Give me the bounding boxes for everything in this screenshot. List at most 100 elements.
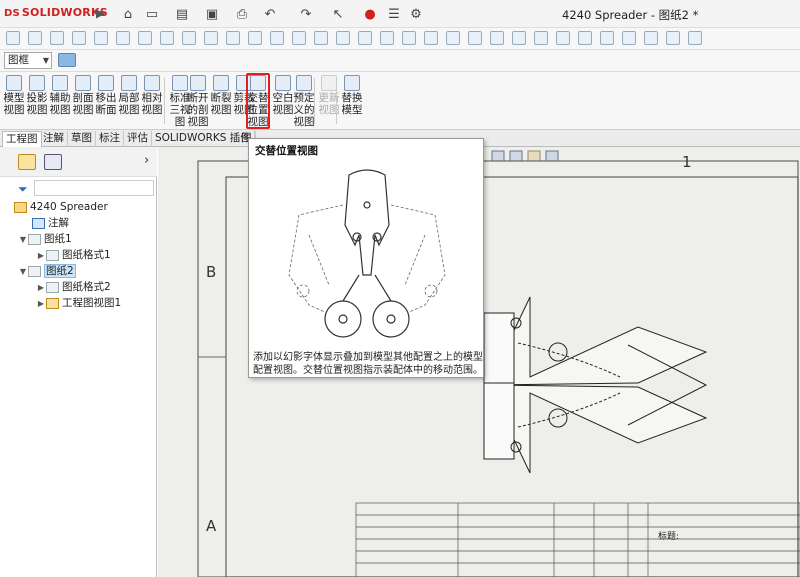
- selection-filter-tool-icon[interactable]: [138, 31, 152, 45]
- selection-filter-tool-icon[interactable]: [512, 31, 526, 45]
- menu-expand-icon[interactable]: ▶: [96, 6, 105, 20]
- command-tab-0[interactable]: 工程图: [2, 131, 42, 147]
- selection-filter-tool-icon[interactable]: [28, 31, 42, 45]
- tree-item-root[interactable]: 4240 Spreader: [14, 199, 108, 215]
- ribbon-separator: [314, 78, 315, 124]
- file-properties-icon[interactable]: ☰: [384, 4, 404, 24]
- ribbon-button-5[interactable]: 局部 视图: [118, 74, 140, 116]
- ribbon-button-13[interactable]: 预定 义的 视图: [293, 74, 315, 128]
- tree-filter-input[interactable]: [34, 180, 154, 196]
- spreader-model-view: [483, 296, 708, 474]
- selection-filter-tool-icon[interactable]: [446, 31, 460, 45]
- selection-filter-tool-icon[interactable]: [72, 31, 86, 45]
- selection-filter-tool-icon[interactable]: [116, 31, 130, 45]
- annotation-icon: [32, 217, 45, 229]
- tree-item-sheet1-format[interactable]: ▶ 图纸格式1: [36, 247, 111, 263]
- sheet-format-icon: [46, 281, 59, 293]
- selection-filter-tool-icon[interactable]: [534, 31, 548, 45]
- command-tab-2[interactable]: 草图: [68, 131, 96, 147]
- expand-icon[interactable]: ▶: [36, 248, 46, 264]
- selection-filter-tool-icon[interactable]: [600, 31, 614, 45]
- home-icon[interactable]: ⌂: [118, 4, 138, 24]
- ribbon-button-0[interactable]: 模型 视图: [3, 74, 25, 116]
- selection-filter-tool-icon[interactable]: [688, 31, 702, 45]
- selection-filter-toolbar: [0, 28, 800, 50]
- traffic-light-icon[interactable]: ●: [360, 4, 380, 24]
- drawing-view-icon: [46, 297, 59, 309]
- ribbon-button-8[interactable]: 断开 的剖 视图: [187, 74, 209, 128]
- expand-icon[interactable]: ▶: [36, 296, 46, 312]
- ribbon-button-icon: [296, 75, 312, 91]
- layer-properties-icon[interactable]: [58, 53, 76, 67]
- tree-item-sheet2-format[interactable]: ▶ 图纸格式2: [36, 279, 111, 295]
- ribbon-button-icon: [213, 75, 229, 91]
- selection-filter-tool-icon[interactable]: [6, 31, 20, 45]
- ribbon-button-9[interactable]: 断裂 视图: [210, 74, 232, 116]
- drawing-ribbon: 模型 视图 投影 视图 辅助 视图 剖面 视图 移出 断面 局部 视图 相对 视图 标准 三视…: [0, 72, 800, 130]
- selection-filter-tool-icon[interactable]: [358, 31, 372, 45]
- command-tab-1[interactable]: 注解: [40, 131, 68, 147]
- layer-combo-value: 图框: [8, 54, 29, 66]
- collapse-icon[interactable]: ▼: [18, 232, 28, 248]
- redo-icon[interactable]: ↷: [296, 4, 316, 24]
- ribbon-button-label: 空白 视图: [272, 92, 294, 116]
- save-icon[interactable]: ▣: [202, 4, 222, 24]
- selection-filter-tool-icon[interactable]: [578, 31, 592, 45]
- tree-item-sheet1[interactable]: ▼ 图纸1: [18, 231, 72, 247]
- ribbon-button-4[interactable]: 移出 断面: [95, 74, 117, 116]
- collapse-icon[interactable]: ▼: [18, 264, 28, 280]
- solidworks-logo[interactable]: DS SOLIDWORKS: [4, 6, 108, 19]
- selection-filter-tool-icon[interactable]: [182, 31, 196, 45]
- selection-filter-tool-icon[interactable]: [556, 31, 570, 45]
- layer-combo[interactable]: 图框 ▼: [4, 52, 52, 69]
- alternate-position-tooltip: 交替位置视图 添加以幻影字体显示叠加到模型其他配置之上的模型配置视图。交替位置视…: [248, 138, 484, 378]
- view-toolbar-icons[interactable]: [491, 150, 559, 162]
- tree-item-notes[interactable]: 注解: [32, 215, 69, 231]
- expand-icon[interactable]: ▶: [36, 280, 46, 296]
- tree-item-sheet2[interactable]: ▼ 图纸2: [18, 263, 76, 279]
- ribbon-button-6[interactable]: 相对 视图: [141, 74, 163, 116]
- ribbon-button-15[interactable]: 替换 模型: [341, 74, 363, 116]
- funnel-icon[interactable]: ⏷: [18, 182, 28, 197]
- options-gear-icon[interactable]: ⚙: [406, 4, 426, 24]
- new-document-icon[interactable]: ▭: [142, 4, 162, 24]
- ribbon-button-icon: [52, 75, 68, 91]
- open-folder-icon[interactable]: ▤: [172, 4, 192, 24]
- title-block: [355, 502, 800, 577]
- selection-filter-tool-icon[interactable]: [380, 31, 394, 45]
- chevron-right-icon[interactable]: ›: [144, 153, 149, 168]
- selection-filter-tool-icon[interactable]: [468, 31, 482, 45]
- select-arrow-icon[interactable]: ↖: [328, 4, 348, 24]
- undo-icon[interactable]: ↶: [260, 4, 280, 24]
- selection-filter-tool-icon[interactable]: [424, 31, 438, 45]
- property-manager-tab-icon[interactable]: [44, 154, 62, 170]
- selection-filter-tool-icon[interactable]: [314, 31, 328, 45]
- command-tab-4[interactable]: 评估: [124, 131, 152, 147]
- selection-filter-tool-icon[interactable]: [490, 31, 504, 45]
- ribbon-button-3[interactable]: 剖面 视图: [72, 74, 94, 116]
- selection-filter-tool-icon[interactable]: [248, 31, 262, 45]
- selection-filter-tool-icon[interactable]: [666, 31, 680, 45]
- selection-filter-tool-icon[interactable]: [50, 31, 64, 45]
- drawing-icon: [14, 201, 27, 213]
- selection-filter-tool-icon[interactable]: [94, 31, 108, 45]
- selection-filter-tool-icon[interactable]: [160, 31, 174, 45]
- selection-filter-tool-icon[interactable]: [204, 31, 218, 45]
- selection-filter-tool-icon[interactable]: [402, 31, 416, 45]
- print-icon[interactable]: ⎙: [232, 4, 252, 24]
- feature-tree-tab-icon[interactable]: [18, 154, 36, 170]
- command-tab-3[interactable]: 标注: [96, 131, 124, 147]
- ribbon-button-1[interactable]: 投影 视图: [26, 74, 48, 116]
- ribbon-button-12[interactable]: 空白 视图: [272, 74, 294, 116]
- ribbon-button-icon: [75, 75, 91, 91]
- ribbon-button-label: 相对 视图: [141, 92, 163, 116]
- selection-filter-tool-icon[interactable]: [622, 31, 636, 45]
- selection-filter-tool-icon[interactable]: [226, 31, 240, 45]
- selection-filter-tool-icon[interactable]: [292, 31, 306, 45]
- selection-filter-tool-icon[interactable]: [270, 31, 284, 45]
- tree-item-drawing-view1[interactable]: ▶ 工程图视图1: [36, 295, 121, 311]
- selection-filter-tool-icon[interactable]: [644, 31, 658, 45]
- ribbon-button-2[interactable]: 辅助 视图: [49, 74, 71, 116]
- ribbon-button-icon: [275, 75, 291, 91]
- selection-filter-tool-icon[interactable]: [336, 31, 350, 45]
